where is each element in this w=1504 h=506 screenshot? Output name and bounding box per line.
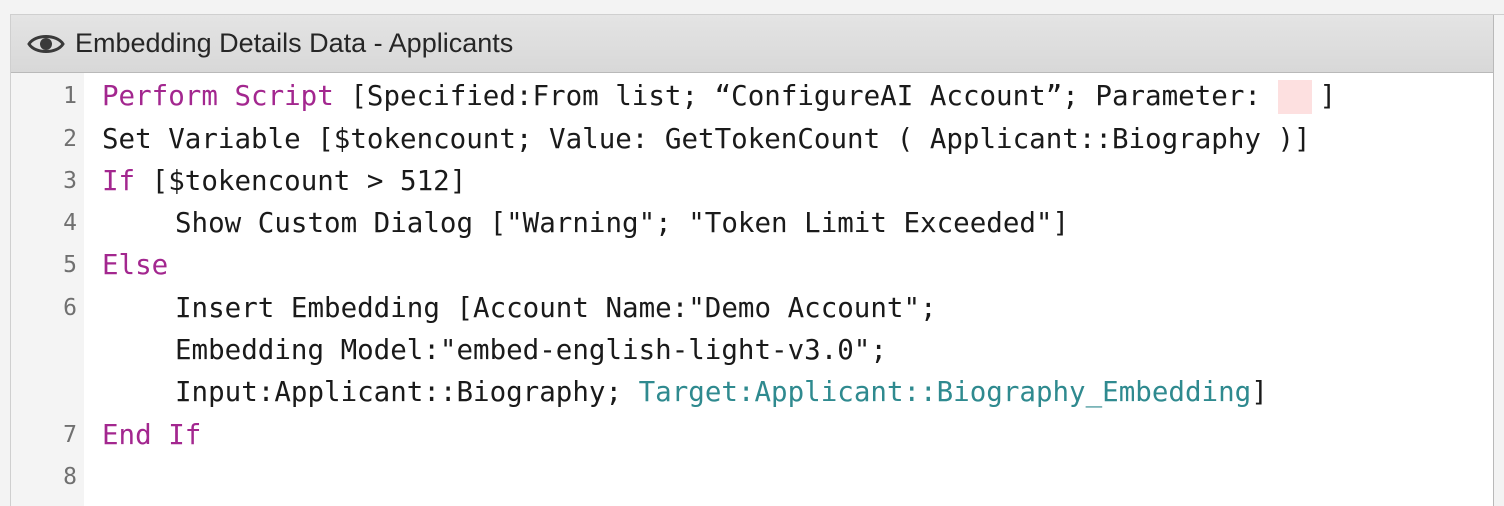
- script-line-8[interactable]: 8: [11, 456, 1493, 499]
- eye-icon[interactable]: [27, 30, 65, 58]
- left-margin: [0, 14, 11, 506]
- script-title: Embedding Details Data - Applicants: [75, 28, 514, 58]
- top-strip: [0, 0, 1504, 15]
- script-step-text[interactable]: Set Variable [$tokencount; Value: GetTok…: [102, 118, 1311, 161]
- script-line-2[interactable]: 2 Set Variable [$tokencount; Value: GetT…: [11, 118, 1493, 161]
- line-number: 5: [63, 252, 77, 278]
- script-editor[interactable]: 1 Perform Script [Specified:From list; “…: [11, 73, 1494, 506]
- line-number: 7: [63, 422, 77, 448]
- script-step-text[interactable]: Show Custom Dialog ["Warning"; "Token Li…: [175, 202, 1069, 245]
- line-number: 3: [63, 168, 77, 194]
- line-number: 1: [63, 83, 77, 109]
- input-option: Input:Applicant::Biography;: [175, 376, 639, 408]
- step-params: [$tokencount > 512]: [135, 165, 467, 197]
- step-end-bracket: ]: [1251, 376, 1268, 408]
- script-step-text[interactable]: End If: [102, 414, 201, 457]
- script-line-7[interactable]: 7 End If: [11, 414, 1493, 457]
- script-step-text[interactable]: Perform Script [Specified:From list; “Co…: [102, 75, 1336, 118]
- step-keyword: If: [102, 165, 136, 197]
- right-edge: [1494, 15, 1504, 506]
- line-number: 6: [63, 295, 77, 321]
- script-title-bar[interactable]: Embedding Details Data - Applicants: [11, 15, 1494, 73]
- script-line-5[interactable]: 5 Else: [11, 244, 1493, 287]
- step-params: [Specified:From list; “ConfigureAI Accou…: [333, 80, 1278, 112]
- script-line-4[interactable]: 4 Show Custom Dialog ["Warning"; "Token …: [11, 202, 1493, 245]
- script-step-continuation[interactable]: Input:Applicant::Biography; Target:Appli…: [175, 371, 1268, 414]
- script-step-text[interactable]: Else: [102, 244, 168, 287]
- step-end-bracket: ]: [1319, 80, 1337, 112]
- script-step-text[interactable]: If [$tokencount > 512]: [102, 160, 466, 203]
- step-keyword: Perform Script: [102, 80, 334, 112]
- script-line-1[interactable]: 1 Perform Script [Specified:From list; “…: [11, 75, 1493, 118]
- line-number: 8: [63, 464, 77, 490]
- line-number: 4: [63, 210, 77, 236]
- script-line-3[interactable]: 3 If [$tokencount > 512]: [11, 160, 1493, 203]
- script-line-6[interactable]: 6 Insert Embedding [Account Name:"Demo A…: [11, 287, 1493, 416]
- script-workspace-window: Embedding Details Data - Applicants 1 Pe…: [0, 0, 1504, 506]
- script-step-text[interactable]: Insert Embedding [Account Name:"Demo Acc…: [175, 287, 937, 330]
- line-number: 2: [63, 126, 77, 152]
- target-option: Target:Applicant::Biography_Embedding: [638, 376, 1252, 408]
- parameter-field[interactable]: [1277, 80, 1312, 114]
- script-step-continuation[interactable]: Embedding Model:"embed-english-light-v3.…: [175, 329, 887, 372]
